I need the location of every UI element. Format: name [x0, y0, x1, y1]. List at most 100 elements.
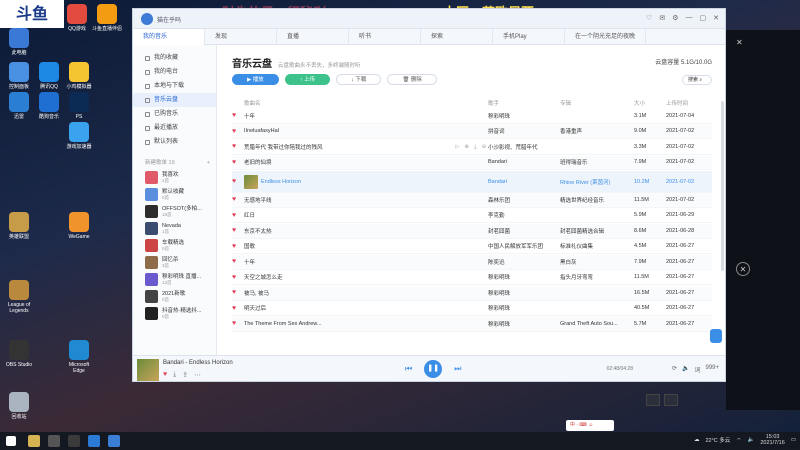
column-size[interactable]: 大小 [634, 99, 666, 107]
now-playing-title[interactable]: Bandari - Endless Horizon [163, 360, 233, 366]
desktop-icon[interactable]: 酷狗音乐 [34, 92, 64, 120]
artist-cell[interactable]: 穆彩明珠 [488, 112, 560, 120]
close-icon[interactable]: ✕ [736, 38, 743, 47]
weather-icon[interactable]: ☁ [694, 437, 700, 443]
song-row[interactable]: ♥ Endless Horizon Bandari Rhine River (莱茵河)… [232, 171, 712, 193]
desktop-icon[interactable]: 游戏加速器 [64, 122, 94, 150]
close-icon[interactable]: ✕ [713, 14, 719, 22]
tab-audiobook[interactable]: 听书 [349, 29, 421, 45]
desktop-icon[interactable]: 此电脑 [4, 28, 34, 56]
playlist-item[interactable]: Nevada 1首 [133, 220, 216, 237]
column-time[interactable]: 上传时间 [666, 99, 712, 107]
lyrics-icon[interactable]: 词 [694, 365, 700, 374]
album-cell[interactable]: 班得瑞音乐 [560, 158, 634, 166]
network-icon[interactable]: ⌔ [736, 437, 741, 444]
desktop-icon[interactable]: Microsoft Edge [64, 340, 94, 374]
ime-toolbar[interactable]: 中 · ⌨ ☺ [566, 420, 614, 431]
heart-icon[interactable]: ♥ [232, 212, 244, 219]
heart-icon[interactable]: ♥ [232, 196, 244, 203]
sidebar-item[interactable]: 已购音乐 [133, 107, 216, 121]
desktop-icon[interactable]: 控制面板 [4, 62, 34, 90]
scrollbar[interactable] [721, 101, 724, 271]
folder-icon[interactable] [664, 394, 678, 406]
heart-icon[interactable]: ♥ [232, 227, 244, 234]
heart-icon[interactable]: ♥ [232, 178, 244, 185]
delete-button[interactable]: 🗑 删除 [387, 74, 437, 85]
playlist-item[interactable]: 回忆杀 3首 [133, 254, 216, 271]
minimize-icon[interactable]: — [686, 14, 693, 22]
song-row[interactable]: ♥ 被马, 被马 穆彩明珠 16.5M 2021-06-27 [232, 286, 712, 301]
song-row[interactable]: ♥ 十年 陈奕迅 黑白灰 7.9M 2021-06-27 [232, 255, 712, 270]
artist-cell[interactable]: 陈奕迅 [488, 258, 560, 266]
taskview-icon[interactable] [68, 435, 80, 447]
heart-icon[interactable]: ♥ [232, 128, 244, 135]
tab-my-music[interactable]: 我的音乐 [133, 29, 205, 45]
artist-cell[interactable]: 封茗囧菌 [488, 227, 560, 235]
desktop-icon[interactable]: League of Legends [4, 280, 34, 314]
user-profile[interactable]: 猫在乎吗 [141, 13, 181, 25]
add-playlist-icon[interactable]: + [207, 157, 210, 169]
column-name[interactable]: 歌曲名 [244, 99, 488, 107]
share-icon[interactable]: ⇪ [182, 371, 188, 379]
pause-button[interactable]: ❚❚ [424, 360, 443, 378]
row-actions[interactable]: ▷ ⊕ ⤓ ⊖ [455, 144, 488, 150]
playlist-item[interactable]: 车载精选 0首 [133, 237, 216, 254]
settings-icon[interactable]: ⚙ [672, 14, 678, 22]
tab-mobile-play[interactable]: 手机Play [493, 29, 565, 45]
mobile-sync-button[interactable] [710, 329, 722, 343]
album-cell[interactable]: 标准礼仪曲集 [560, 242, 634, 250]
avatar[interactable] [141, 13, 153, 25]
playlist-item[interactable]: 2021新歌 0首 [133, 288, 216, 305]
artist-cell[interactable]: 中国人民解放军军乐团 [488, 242, 560, 250]
playlist-item[interactable]: 穆彩明珠 直播... 13首 [133, 271, 216, 288]
desktop-icon[interactable]: OBS Studio [4, 340, 34, 368]
sidebar-item[interactable]: 默认列表 [133, 135, 216, 149]
heart-icon[interactable]: ♥ [232, 320, 244, 327]
sidebar-item[interactable]: 最近播放 [133, 121, 216, 135]
desktop-icon[interactable]: 小鸡模拟器 [64, 62, 94, 90]
desktop-icon[interactable]: 迅雷 [4, 92, 34, 120]
heart-icon[interactable]: ♥ [232, 243, 244, 250]
playlist-item[interactable]: 我喜欢 1首 [133, 169, 216, 186]
song-row[interactable]: ♥ 红日 李克勤 5.9M 2021-06-29 [232, 209, 712, 224]
download-icon[interactable]: ⤓ [173, 371, 176, 379]
desktop-icon[interactable]: QQ游戏 [62, 4, 92, 32]
heart-icon[interactable]: ♥ [232, 258, 244, 265]
artist-cell[interactable]: 森林乐团 [488, 196, 560, 204]
desktop-icon[interactable]: 英雄联盟 [4, 212, 34, 240]
download-button[interactable]: ↓ 下载 [336, 74, 382, 85]
previous-icon[interactable]: ⏮ [405, 364, 412, 374]
volume-icon[interactable]: 🔈 [682, 365, 689, 374]
album-cell[interactable]: 封茗囧菌精选合辑 [560, 227, 634, 235]
album-cell[interactable]: 黑白灰 [560, 258, 634, 266]
album-cell[interactable]: Grand Theft Auto Sou... [560, 321, 634, 327]
song-row[interactable]: ♥⁠IIneluafasyHal 拼音词 香港重声 9.0M 2021-07-02 [232, 124, 712, 140]
song-row[interactable]: ♥ 东京不太热 封茗囧菌 封茗囧菌精选合辑 8.6M 2021-06-28 [232, 224, 712, 239]
column-artist[interactable]: 歌手 [488, 99, 560, 107]
heart-icon[interactable]: ♥ [232, 274, 244, 281]
artist-cell[interactable]: 小沙影视、荒腊年代 [488, 143, 560, 151]
artist-cell[interactable]: Bandari [488, 179, 560, 185]
artist-cell[interactable]: 李克勤 [488, 211, 560, 219]
upload-button[interactable]: ↑ 上传 [284, 74, 331, 85]
loop-icon[interactable]: ⟳ [672, 365, 677, 374]
artist-cell[interactable]: 拼音词 [488, 127, 560, 135]
artist-cell[interactable]: 穆彩明珠 [488, 320, 560, 328]
volume-icon[interactable]: 🔈 [747, 437, 754, 443]
notification-icon[interactable]: ▭ [791, 437, 796, 443]
tab-explore[interactable]: 探索 [421, 29, 493, 45]
edge-taskbar-icon[interactable] [88, 435, 100, 447]
tab-now-playing[interactable]: 在一个阴光充足的夜晚 [565, 29, 647, 45]
sidebar-item[interactable]: 我的收藏 [133, 51, 216, 65]
desktop-icon[interactable]: PS [64, 92, 94, 120]
album-cell[interactable]: Rhine River (莱茵河) [560, 178, 634, 186]
lol-taskbar-icon[interactable] [28, 435, 40, 447]
album-cell[interactable]: 精选世界纪经音乐 [560, 196, 634, 204]
heart-icon[interactable]: ♥ [232, 305, 244, 312]
album-cell[interactable]: 香港重声 [560, 127, 634, 135]
more-icon[interactable]: ⋯ [194, 371, 201, 379]
column-album[interactable]: 专辑 [560, 99, 634, 107]
mail-icon[interactable]: ✉ [659, 14, 665, 22]
sidebar-item[interactable]: 音乐云盘 [133, 93, 216, 107]
chat-icon[interactable] [646, 394, 660, 406]
